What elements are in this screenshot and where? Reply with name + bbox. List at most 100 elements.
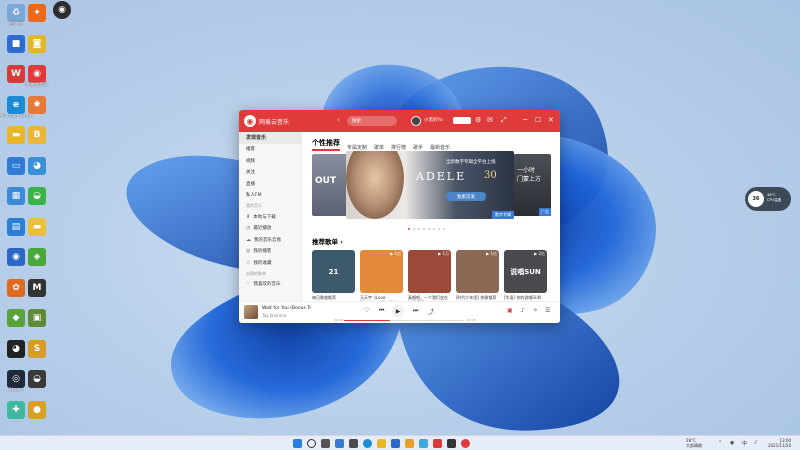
like-icon[interactable]: ♡ xyxy=(364,307,369,314)
sidebar-item[interactable]: ◎ 我的播客 xyxy=(239,246,301,258)
song-artist[interactable]: Tay Jastrone xyxy=(262,313,286,318)
sidebar-item[interactable]: 视频 xyxy=(239,155,301,167)
netease-music-taskbar-icon[interactable] xyxy=(461,439,470,448)
sidebar-item[interactable]: ☆ 我的收藏 xyxy=(239,257,301,269)
tab[interactable]: 歌手 xyxy=(413,144,423,151)
playlist-icon[interactable]: ☰ xyxy=(545,307,550,314)
tab[interactable]: 排行榜 xyxy=(391,144,406,151)
lyrics-icon[interactable]: ✧ xyxy=(533,307,538,314)
progress-bar[interactable] xyxy=(344,320,464,321)
carousel-dot[interactable] xyxy=(418,228,420,230)
carousel-dots[interactable] xyxy=(408,228,448,230)
file-explorer-icon[interactable] xyxy=(377,439,386,448)
app-icon[interactable] xyxy=(433,439,442,448)
carousel-dot[interactable] xyxy=(408,228,410,230)
volume-icon[interactable]: ♪ xyxy=(754,440,757,446)
desktop-icon[interactable]: ✦ xyxy=(24,4,50,30)
album-cover[interactable] xyxy=(244,305,258,319)
store-icon[interactable] xyxy=(391,439,400,448)
clock[interactable]: 13:00 2021/11/20 xyxy=(768,438,791,448)
close-icon[interactable]: ✕ xyxy=(548,116,554,124)
mini-mode-icon[interactable]: ⤢ xyxy=(501,116,507,125)
carousel-dot[interactable] xyxy=(428,228,430,230)
song-title[interactable]: Wait for You (Bonus Tr xyxy=(262,306,311,311)
recommended-playlists-title[interactable]: 推荐歌单 › xyxy=(312,236,343,246)
search-icon[interactable] xyxy=(307,439,316,448)
carousel-dot[interactable] xyxy=(413,228,415,230)
desktop-icon[interactable]: ◉ xyxy=(49,1,75,27)
widgets-icon[interactable] xyxy=(335,439,344,448)
desktop-icon[interactable]: ◉ 网易云音乐 xyxy=(24,65,50,91)
playlist-card[interactable]: ▶ 1亿马天宇《Love Someone Like Me》专辑 xyxy=(360,250,403,305)
sidebar-item[interactable]: ◷ 最近播放 xyxy=(239,223,301,235)
avatar[interactable] xyxy=(411,116,421,126)
input-method-icon[interactable]: 中 xyxy=(742,440,747,447)
task-view-icon[interactable] xyxy=(321,439,330,448)
playlist-cover[interactable]: 说唱SUN ▶ 2亿 xyxy=(504,250,547,293)
carousel-dot[interactable] xyxy=(423,228,425,230)
next-icon[interactable]: ⏭ xyxy=(413,307,418,315)
sidebar-item[interactable]: ☁ 我的音乐云盘 xyxy=(239,234,301,246)
tab[interactable]: 专属定制 xyxy=(347,144,367,151)
desktop-icon[interactable]: M xyxy=(24,278,50,305)
play-button[interactable]: ▶ xyxy=(392,305,404,317)
maximize-icon[interactable]: ☐ xyxy=(535,116,541,124)
desktop-icon[interactable]: ◈ xyxy=(24,248,50,274)
sidebar-item[interactable]: ♡ 我喜欢的音乐 xyxy=(239,279,301,291)
desktop-icon[interactable]: ◙ xyxy=(24,34,50,61)
volume-icon[interactable]: ♪ xyxy=(521,307,525,314)
desktop-icon[interactable]: ◒ xyxy=(24,370,50,396)
app-icon[interactable] xyxy=(447,439,456,448)
minimize-icon[interactable]: ─ xyxy=(523,116,527,124)
app-icon[interactable] xyxy=(419,439,428,448)
playlist-card[interactable]: 21 每日歌曲推荐 xyxy=(312,250,355,305)
search-input[interactable]: 搜索 xyxy=(347,116,397,126)
sidebar-item[interactable]: 私人FM xyxy=(239,190,301,202)
playlist-card[interactable]: ▶ 1万真唱吧，一个我们会在这里相遇 xyxy=(408,250,451,305)
edge-icon[interactable] xyxy=(363,439,372,448)
carousel-dot[interactable] xyxy=(433,228,435,230)
cpu-temperature-widget[interactable]: 36 46°C CPU温度 xyxy=(745,187,791,211)
playlist-cover[interactable]: ▶ 1亿 xyxy=(360,250,403,293)
tab[interactable]: 最新音乐 xyxy=(430,144,450,151)
sidebar-item[interactable]: 关注 xyxy=(239,167,301,179)
app-icon[interactable] xyxy=(405,439,414,448)
tray-expand-icon[interactable]: ⌃ xyxy=(718,440,722,446)
desktop-icon[interactable]: ◒ xyxy=(24,187,50,213)
carousel-dot[interactable] xyxy=(443,228,445,230)
banner-carousel[interactable]: 全新数字专辑全平台上线 ADELE 30 独家首发 数字专辑 xyxy=(346,151,514,219)
playlist-cover[interactable]: ▶ 1亿 xyxy=(456,250,499,293)
playlist-card[interactable]: ▶ 1亿 [时代少年团] 热歌推荐 xyxy=(456,250,499,305)
sidebar-item[interactable]: 直播 xyxy=(239,178,301,190)
username[interactable]: 小黑的Yu xyxy=(424,117,443,123)
sidebar-item[interactable]: 发现音乐 xyxy=(239,132,301,144)
weather-widget[interactable]: 28°C 大部晴朗 xyxy=(686,438,702,448)
banner-cta-button[interactable]: 独家首发 xyxy=(446,192,486,201)
sidebar-item[interactable]: 播客 xyxy=(239,144,301,156)
start-icon[interactable] xyxy=(293,439,302,448)
carousel-dot[interactable] xyxy=(438,228,440,230)
vip-badge[interactable] xyxy=(453,117,471,124)
playlist-cover[interactable]: ▶ 1万 xyxy=(408,250,451,293)
quality-icon[interactable]: ▣ xyxy=(507,307,513,314)
tray-app-icon[interactable]: ◉ xyxy=(730,440,734,446)
desktop-icon[interactable]: ✸ xyxy=(24,95,50,122)
desktop-icon[interactable]: ◕ xyxy=(24,156,50,183)
banner-next[interactable]: 一小时 门蒙上方 广告 xyxy=(513,154,551,216)
tab[interactable]: 个性推荐 xyxy=(312,138,340,151)
chat-icon[interactable] xyxy=(349,439,358,448)
mail-icon[interactable]: ✉ xyxy=(487,116,493,124)
back-arrow-icon[interactable]: ‹ xyxy=(337,116,340,124)
tab[interactable]: 歌单 xyxy=(374,144,384,151)
desktop-icon[interactable]: ▬ xyxy=(24,217,50,244)
share-icon[interactable]: ⤴ xyxy=(428,307,434,316)
sidebar-item[interactable]: ⬇ 本地与下载 xyxy=(239,211,301,223)
playlist-card[interactable]: 说唱SUN ▶ 2亿 [华语] 你的说唱SUN xyxy=(504,250,547,305)
desktop-icon[interactable]: B xyxy=(24,126,50,152)
desktop-icon[interactable]: ● xyxy=(24,400,50,427)
playlist-cover[interactable]: 21 xyxy=(312,250,355,293)
desktop-icon[interactable]: S xyxy=(24,339,50,366)
previous-icon[interactable]: ⏮ xyxy=(379,307,384,315)
settings-icon[interactable]: ⚙ xyxy=(475,116,481,124)
desktop-icon[interactable]: ▣ xyxy=(24,309,50,335)
